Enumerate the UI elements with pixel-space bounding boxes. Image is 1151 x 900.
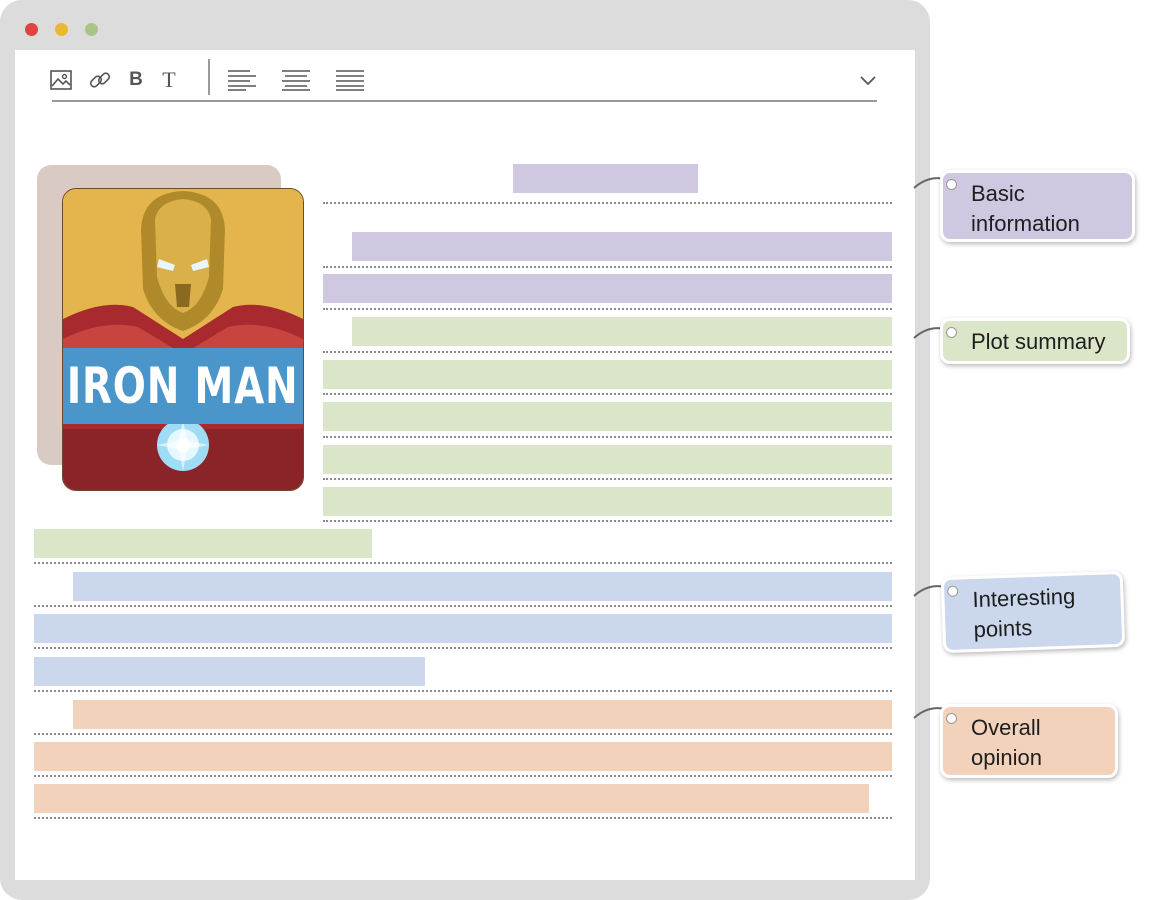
maximize-window-button[interactable] [85,23,98,36]
interesting-points-line [34,614,892,643]
minimize-window-button[interactable] [55,23,68,36]
text-line [323,478,892,480]
plot-summary-line [34,529,372,558]
chevron-down-icon [860,76,876,86]
plot-summary-line [323,487,892,516]
text-line [323,202,892,204]
text-line [34,647,892,649]
close-window-button[interactable] [25,23,38,36]
basic-info-line [323,274,892,303]
text-style-button[interactable]: T [156,66,182,94]
image-icon [50,70,72,90]
bold-button[interactable]: B [123,66,149,94]
callout-plot-summary: Plot summary [940,318,1130,364]
iron-man-illustration-icon [63,189,303,490]
text-line [34,775,892,777]
toolbar-divider [208,59,210,95]
text-line [34,562,892,564]
text-line [34,733,892,735]
opinion-line [73,700,892,729]
plot-summary-line [323,445,892,474]
callout-label: Interesting points [972,583,1076,643]
link-icon [89,72,111,88]
insert-link-button[interactable] [87,66,113,94]
plot-summary-line [352,317,892,346]
interesting-points-line [34,657,425,686]
text-line [323,308,892,310]
movie-poster: IRON MAN [62,188,304,491]
formatting-toolbar: B T [50,59,877,102]
plot-summary-line [323,360,892,389]
callout-label: Overall opinion [971,715,1042,770]
text-line [323,436,892,438]
align-justify-icon [336,70,364,91]
pin-icon [947,585,959,597]
align-center-button[interactable] [280,66,312,94]
poster-title-band: IRON MAN [63,348,303,424]
callout-label: Basic information [971,181,1080,236]
callout-overall-opinion: Overall opinion [940,704,1118,778]
text-line [323,393,892,395]
basic-info-line [352,232,892,261]
text-line [323,351,892,353]
opinion-line [34,784,869,813]
align-justify-button[interactable] [334,66,366,94]
insert-image-button[interactable] [48,66,74,94]
interesting-points-line [73,572,892,601]
text-line [323,266,892,268]
pin-icon [946,327,957,338]
text-line [323,520,892,522]
align-center-icon [282,70,310,91]
callout-basic-information: Basic information [940,170,1135,242]
toolbar-expand-button[interactable] [855,66,881,94]
pin-icon [946,713,957,724]
text-line [34,690,892,692]
plot-summary-line [323,402,892,431]
align-left-button[interactable] [226,66,258,94]
text-line [34,605,892,607]
opinion-line [34,742,892,771]
heading-placeholder [513,164,698,193]
poster-title: IRON MAN [67,357,299,415]
callout-label: Plot summary [971,329,1106,354]
callout-interesting-points: Interesting points [940,570,1126,654]
text-line [34,817,892,819]
pin-icon [946,179,957,190]
align-left-icon [228,70,256,91]
